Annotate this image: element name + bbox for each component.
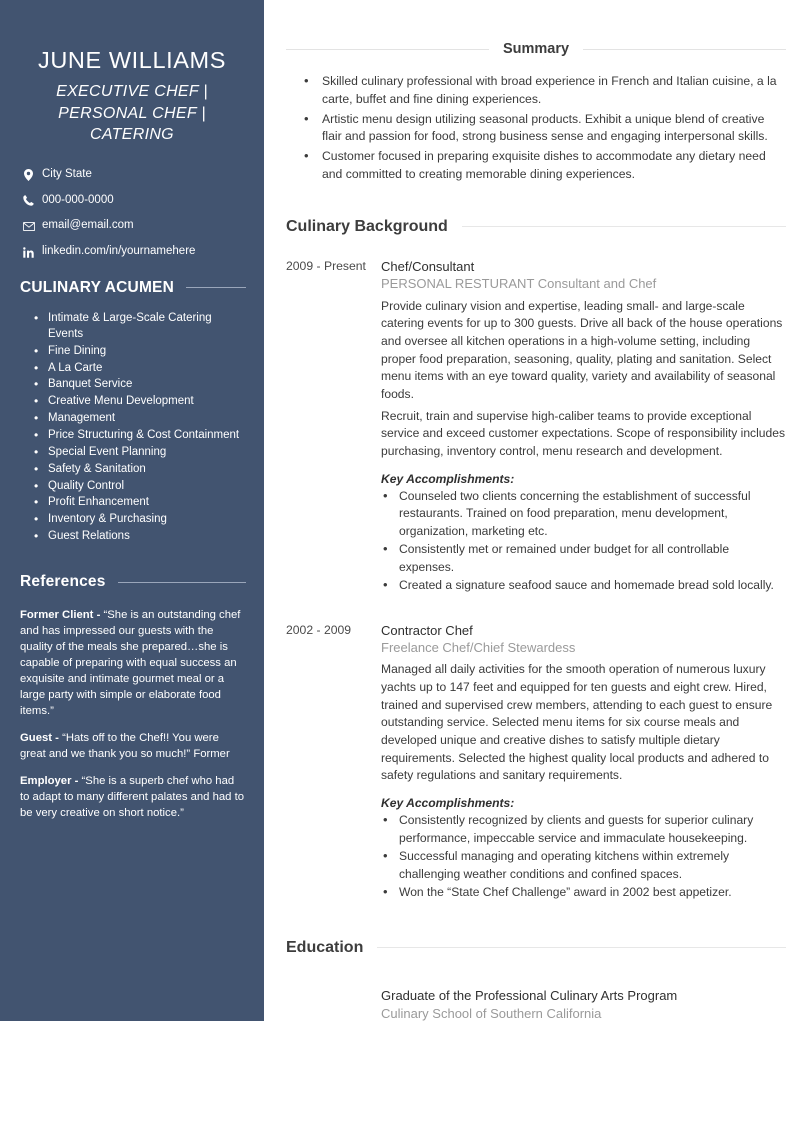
list-item: Fine Dining <box>34 343 246 360</box>
resume-page: JUNE WILLIAMS EXECUTIVE CHEF | PERSONAL … <box>0 0 800 1135</box>
list-item: Former Client - “She is an outstanding c… <box>20 607 246 719</box>
accomplishments-list: Consistently recognized by clients and g… <box>381 811 786 902</box>
list-item: Intimate & Large-Scale Catering Events <box>34 310 246 343</box>
experience-company: Freelance Chef/Chief Stewardess <box>381 640 576 656</box>
linkedin-icon <box>22 246 35 258</box>
skills-list: Intimate & Large-Scale Catering Events F… <box>18 310 246 545</box>
list-item: Inventory & Purchasing <box>34 511 246 528</box>
experience-body: Contractor Chef Freelance Chef/Chief Ste… <box>381 622 786 903</box>
candidate-name: JUNE WILLIAMS <box>38 47 226 73</box>
reference-source: Former Client - <box>20 609 104 622</box>
summary-rule-left <box>286 48 489 50</box>
reference-source: Employer - <box>20 775 82 788</box>
experience-dates: 2009 - Present <box>286 258 366 273</box>
skills-heading: CULINARY ACUMEN <box>20 278 174 296</box>
references-section-header: References <box>18 573 246 591</box>
references-list: Former Client - “She is an outstanding c… <box>18 607 246 821</box>
list-item: Consistently recognized by clients and g… <box>381 811 786 847</box>
education-degree: Graduate of the Professional Culinary Ar… <box>381 987 678 1003</box>
skills-section-header: CULINARY ACUMEN <box>18 279 246 297</box>
contact-item-location: City State <box>22 168 246 182</box>
list-item: Safety & Sanitation <box>34 461 246 478</box>
summary-heading: Summary <box>502 41 570 57</box>
summary-rule-right <box>583 48 786 50</box>
list-item: Quality Control <box>34 478 246 495</box>
list-item: Employer - “She is a superb chef who had… <box>20 773 246 821</box>
references-heading-rule <box>117 581 246 583</box>
experience-paragraph: Managed all daily activities for the smo… <box>381 662 773 783</box>
list-item: Management <box>34 410 246 427</box>
candidate-headline: EXECUTIVE CHEF | PERSONAL CHEF | CATERIN… <box>56 83 208 144</box>
list-item: Special Event Planning <box>34 444 246 461</box>
contact-location-text: City State <box>42 167 92 180</box>
experience-company: PERSONAL RESTURANT Consultant and Chef <box>381 276 657 292</box>
contact-item-phone: 000-000-0000 <box>22 194 246 208</box>
education-section-header: Education <box>286 939 786 957</box>
accomplishments-list: Counseled two clients concerning the est… <box>381 487 786 595</box>
references-heading: References <box>20 573 106 591</box>
accomplishments-label: Key Accomplishments: <box>381 796 515 811</box>
accomplishments-label: Key Accomplishments: <box>381 471 515 486</box>
education-entry: Graduate of the Professional Culinary Ar… <box>381 987 786 1023</box>
list-item: Counseled two clients concerning the est… <box>381 487 786 541</box>
education-school: Culinary School of Southern California <box>381 1005 602 1021</box>
contact-phone-text: 000-000-0000 <box>42 193 114 206</box>
list-item: Created a signature seafood sauce and ho… <box>381 576 786 595</box>
contact-list: City State 000-000-0000 email@email.com … <box>18 168 246 259</box>
location-pin-icon <box>22 168 35 181</box>
experience-entry: 2002 - 2009 Contractor Chef Freelance Ch… <box>286 622 786 903</box>
contact-email-text: email@email.com <box>42 219 134 232</box>
envelope-icon <box>22 221 35 231</box>
list-item: Creative Menu Development <box>34 393 246 410</box>
experience-title: Contractor Chef <box>381 622 473 638</box>
experience-dates: 2002 - 2009 <box>286 622 352 637</box>
experience-entry: 2009 - Present Chef/Consultant PERSONAL … <box>286 258 786 596</box>
experience-title: Chef/Consultant <box>381 258 475 274</box>
sidebar: JUNE WILLIAMS EXECUTIVE CHEF | PERSONAL … <box>0 0 264 1021</box>
list-item: Successful managing and operating kitche… <box>381 847 786 883</box>
list-item: Consistently met or remained under budge… <box>381 540 786 576</box>
list-item: Profit Enhancement <box>34 494 246 511</box>
list-item: Customer focused in preparing exquisite … <box>304 147 786 184</box>
experience-heading: Culinary Background <box>286 217 448 235</box>
contact-linkedin-text: linkedin.com/in/yournamehere <box>42 245 196 258</box>
education-heading-rule <box>377 947 786 949</box>
reference-quote: “She is an outstanding chef and has impr… <box>20 609 241 718</box>
experience-paragraph: Recruit, train and supervise high-calibe… <box>381 408 786 458</box>
experience-section-header: Culinary Background <box>286 218 786 236</box>
phone-icon <box>22 195 35 206</box>
list-item: Skilled culinary professional with broad… <box>304 72 786 109</box>
contact-item-email[interactable]: email@email.com <box>22 219 246 233</box>
experience-paragraph: Provide culinary vision and expertise, l… <box>381 298 783 401</box>
list-item: Banquet Service <box>34 376 246 393</box>
summary-section-header: Summary <box>286 41 786 57</box>
main-content: Summary Skilled culinary professional wi… <box>286 0 786 1023</box>
list-item: Guest Relations <box>34 528 246 545</box>
education-heading: Education <box>286 938 364 956</box>
list-item: Guest - “Hats off to the Chef!! You were… <box>20 730 246 762</box>
list-item: Artistic menu design utilizing seasonal … <box>304 110 786 147</box>
reference-source: Guest - <box>20 732 63 745</box>
experience-heading-rule <box>461 226 786 228</box>
list-item: Price Structuring & Cost Containment <box>34 427 246 444</box>
contact-item-linkedin[interactable]: linkedin.com/in/yournamehere <box>22 245 246 259</box>
skills-heading-rule <box>185 287 246 289</box>
list-item: A La Carte <box>34 360 246 377</box>
list-item: Won the “State Chef Challenge” award in … <box>381 883 786 902</box>
summary-list: Skilled culinary professional with broad… <box>286 72 786 184</box>
experience-body: Chef/Consultant PERSONAL RESTURANT Consu… <box>381 258 786 596</box>
